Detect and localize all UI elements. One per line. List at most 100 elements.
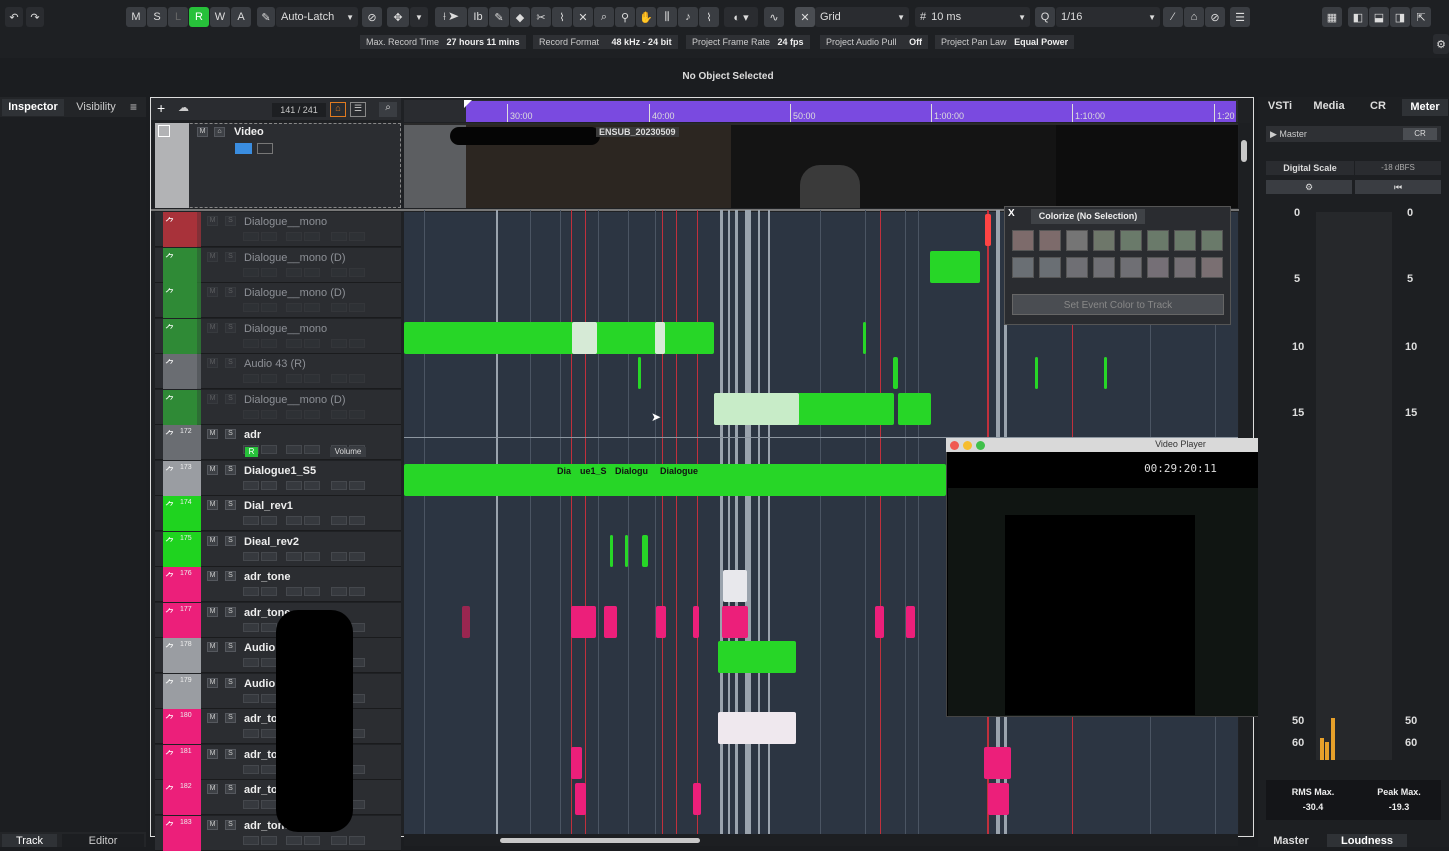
monitor-button[interactable] [261,551,277,561]
monitor-button[interactable] [261,658,277,667]
track-name[interactable]: adr_to [244,749,278,761]
track-name[interactable]: Dialogue__mono (D) [244,394,346,406]
mute-button[interactable]: M [207,784,218,794]
track-name[interactable]: adr_to [244,784,278,796]
meter-reset-button[interactable]: ⏮ [1355,180,1441,194]
color-swatch[interactable] [1012,257,1034,278]
comp-tool[interactable]: ⌕ [594,7,614,27]
solo-button[interactable]: S [225,287,236,297]
monitor-button[interactable] [261,303,277,312]
insert-button[interactable] [304,303,320,312]
left-zone-toggle[interactable]: ◧ [1348,7,1368,27]
audio-event-green[interactable] [610,535,613,567]
monitor-button[interactable] [261,232,277,241]
insert-button[interactable] [304,551,320,561]
record-enable-button[interactable] [243,409,259,419]
layout-icon[interactable]: ☰ [1230,7,1250,27]
right-zone-toggle[interactable]: ◨ [1390,7,1410,27]
meter-settings-button[interactable]: ⚙ [1266,180,1352,194]
color-swatch[interactable] [1174,257,1196,278]
audio-event-green[interactable] [930,251,980,283]
audio-event-pink[interactable] [656,606,666,638]
edit-button[interactable] [286,835,302,845]
quantize-icon[interactable]: Q [1035,7,1055,27]
glue-tool[interactable]: ⌇ [552,7,572,27]
audio-event-selected[interactable] [714,393,799,425]
mute-button[interactable]: M [207,819,218,830]
write-button[interactable] [349,374,365,383]
track-header[interactable]: ⺈ 174 M S Dial_rev1 [155,496,401,531]
mute-button[interactable]: M [207,642,218,652]
apply-quantize-icon[interactable]: ⌂ [1184,7,1204,27]
audio-event-pink[interactable] [571,747,582,779]
transport-icon[interactable]: ✥ [387,7,409,27]
solo-button[interactable]: S [225,393,236,404]
color-swatch[interactable] [1039,257,1061,278]
mute-button[interactable]: M [207,464,218,475]
audio-event-pink[interactable] [984,747,1011,779]
track-name[interactable]: adr_to [244,713,278,725]
audio-event-pink[interactable] [906,606,915,638]
track-header[interactable]: ⺈ 176 M S adr_tone [155,567,401,602]
solo-button[interactable]: S [225,748,236,759]
track-header[interactable]: ⺈ M S Dialogue__mono (D) [155,389,401,425]
monitor-button[interactable] [261,374,277,383]
mute-button[interactable]: M [207,287,218,297]
color-swatch[interactable] [1201,257,1223,278]
color-swatch[interactable] [1174,230,1196,251]
read-button[interactable] [331,232,347,241]
write-button[interactable] [349,232,365,241]
mute-button[interactable]: M [207,571,218,581]
read-button[interactable] [331,374,347,383]
tab-meter[interactable]: Meter [1402,99,1448,116]
audio-event-pink[interactable] [693,783,701,815]
chevron-down-icon[interactable]: ▼ [410,7,428,27]
read-button[interactable] [331,338,347,348]
monitor-button[interactable] [261,516,277,525]
record-enable-button[interactable] [243,516,259,525]
automation-mode-select[interactable]: Auto-Latch ▼ [276,7,358,27]
color-swatch[interactable] [1093,230,1115,251]
audio-event-green[interactable] [1104,357,1107,389]
horizontal-scroll-thumb[interactable] [500,838,700,843]
tab-vsti[interactable]: VSTi [1261,100,1299,112]
monitor-button[interactable] [261,800,277,809]
tab-loudness[interactable]: Loudness [1327,834,1407,847]
read-button[interactable] [331,267,347,277]
color-swatch[interactable] [1012,230,1034,251]
record-enable-button[interactable] [243,693,259,703]
listen-toggle[interactable]: L [168,7,188,27]
audio-event-pink[interactable] [604,606,617,638]
audio-event-green[interactable] [718,641,796,673]
monitor-button[interactable] [261,693,277,703]
write-button[interactable] [349,516,365,525]
solo-button[interactable]: S [225,819,236,830]
menu-icon[interactable]: ≡ [130,100,137,114]
tab-track[interactable]: Track [2,834,57,847]
record-enable-button[interactable] [243,374,259,383]
vertical-scroll-thumb[interactable] [1241,140,1247,162]
audio-event-pink[interactable] [875,606,884,638]
audio-event-selected[interactable] [655,322,665,354]
mute-tool[interactable]: ✕ [573,7,593,27]
record-enable-button[interactable] [243,338,259,348]
mute-button[interactable]: M [207,429,218,439]
speaker-tool[interactable]: ♪ [678,7,698,27]
automation-parameter-select[interactable]: Volume [330,447,366,457]
record-enable-button[interactable] [243,658,259,667]
snap-toggle[interactable]: ✕ [795,7,815,27]
mute-button[interactable]: M [207,535,218,546]
record-enable-button[interactable] [243,303,259,312]
insert-button[interactable] [304,338,320,348]
mute-button[interactable]: M [207,677,218,688]
read-automation-toggle[interactable]: R [245,447,258,457]
write-button[interactable] [349,835,365,845]
record-enable-button[interactable] [243,232,259,241]
read-button[interactable] [331,409,347,419]
monitor-button[interactable] [261,587,277,596]
track-name[interactable]: Audio 43 (R) [244,358,306,370]
monitor-button[interactable] [261,409,277,419]
track-name[interactable]: adr_tone [244,571,290,583]
audio-event-selected[interactable] [572,322,597,354]
video-thumbnail-icon[interactable] [235,143,252,154]
